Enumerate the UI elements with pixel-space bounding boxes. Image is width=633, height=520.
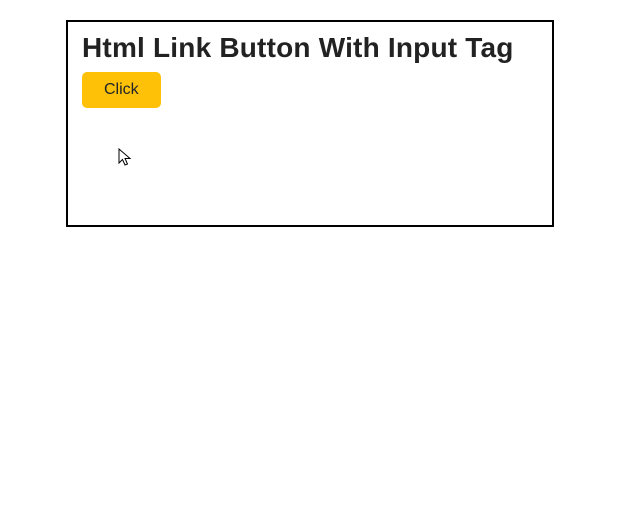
click-button[interactable]	[82, 72, 161, 108]
demo-panel: Html Link Button With Input Tag	[66, 20, 554, 227]
page-title: Html Link Button With Input Tag	[82, 32, 538, 64]
